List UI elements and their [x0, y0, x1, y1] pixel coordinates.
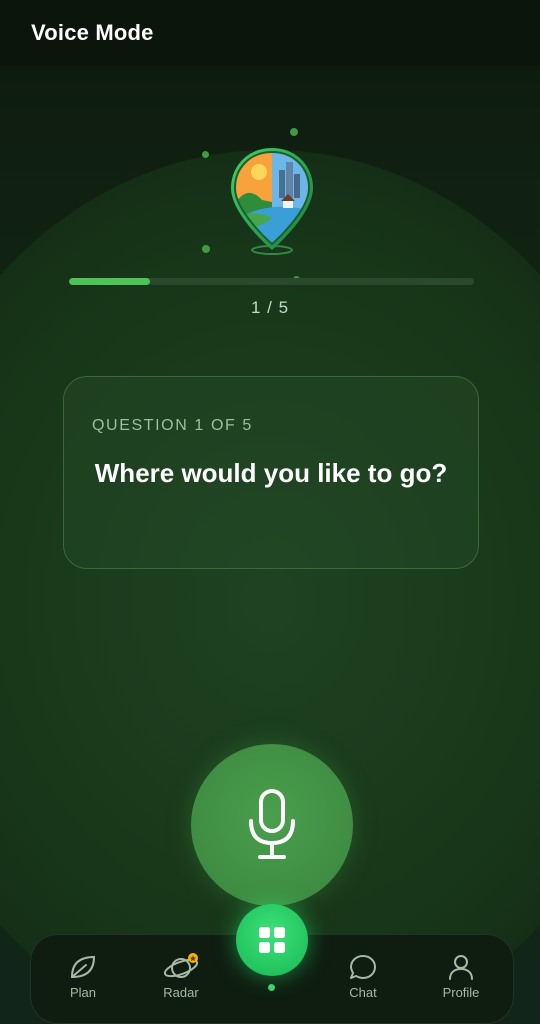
tab-label: Profile — [442, 985, 480, 1000]
question-text: Where would you like to go? — [94, 458, 448, 488]
question-counter: QUESTION 1 OF 5 — [92, 417, 253, 434]
leaf-icon — [70, 955, 96, 979]
decorative-dot — [290, 128, 298, 136]
chat-bubble-icon — [350, 955, 376, 979]
question-card: QUESTION 1 OF 5 Where would you like to … — [63, 376, 479, 569]
tab-label: Chat — [349, 985, 377, 1000]
app-header: Voice Mode — [0, 0, 540, 66]
center-menu-button[interactable] — [236, 904, 308, 976]
microphone-icon — [249, 789, 295, 859]
planet-icon — [163, 953, 199, 978]
tab-plan[interactable]: Plan — [43, 953, 123, 1000]
grid-icon — [259, 927, 285, 953]
decorative-dot — [202, 245, 210, 253]
progress-bar — [69, 278, 474, 285]
tab-radar[interactable]: Radar — [141, 953, 221, 1000]
tab-label: Plan — [69, 985, 97, 1000]
decorative-dot — [202, 151, 209, 158]
progress-label: 1 / 5 — [250, 298, 290, 317]
microphone-button[interactable] — [191, 744, 353, 906]
active-tab-indicator — [268, 984, 275, 991]
user-icon — [449, 955, 473, 980]
app-logo — [227, 144, 317, 260]
tab-label: Radar — [163, 985, 199, 1000]
progress-fill — [69, 278, 150, 285]
voice-mode-screen: Voice Mode 1 / 5 QUESTION 1 OF 5 Where w… — [0, 0, 540, 1024]
tab-profile[interactable]: Profile — [421, 953, 501, 1000]
page-title: Voice Mode — [31, 20, 154, 45]
location-pin-icon — [231, 148, 313, 255]
tab-chat[interactable]: Chat — [323, 953, 403, 1000]
